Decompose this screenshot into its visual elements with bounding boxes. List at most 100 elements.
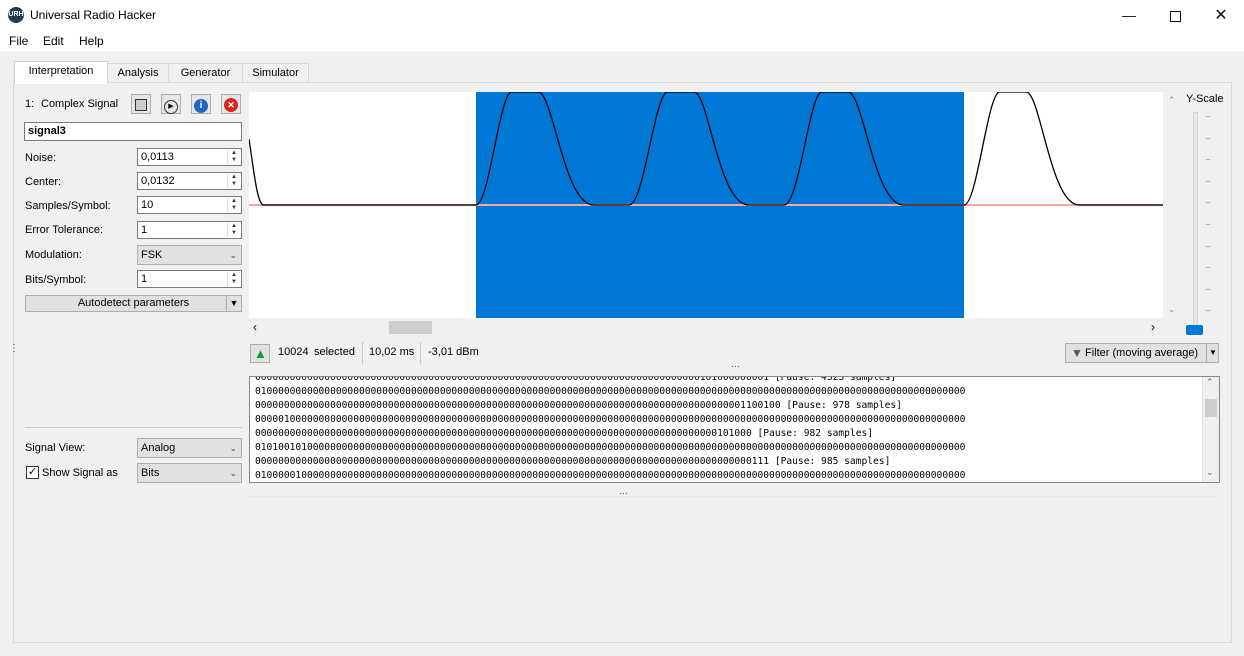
vscroll-down-icon[interactable]: ⌄ (1168, 304, 1176, 315)
menu-bar (0, 31, 1244, 51)
yscale-tick (1206, 224, 1210, 225)
graph-horizontal-scrollbar[interactable]: ‹ › (249, 319, 1163, 336)
save-signal-button[interactable] (131, 94, 151, 114)
samples-per-symbol-label: Samples/Symbol: (25, 200, 111, 212)
yscale-tick (1206, 245, 1210, 247)
output-line: 0000010000000000000000000000000000000000… (255, 414, 966, 425)
tab-analysis[interactable]: Analysis (107, 63, 169, 83)
yscale-tick (1206, 288, 1210, 290)
title-bar (0, 0, 1244, 31)
spin-arrows-icon[interactable]: ▲ ▼ (227, 198, 240, 212)
status-divider (362, 342, 363, 364)
modulation-label: Modulation: (25, 249, 82, 261)
menu-edit[interactable]: Edit (43, 34, 64, 48)
noise-label: Noise: (25, 152, 57, 164)
chevron-down-icon: ⌄ (229, 250, 237, 260)
show-signal-as-value: Bits (141, 467, 160, 479)
signal-info-button[interactable]: i (191, 94, 211, 114)
error-tolerance-label: Error Tolerance: (25, 224, 104, 236)
protocol-text-output[interactable]: 0000000000000000000000000000000000000000… (249, 376, 1220, 483)
scroll-right-icon[interactable]: › (1151, 320, 1155, 334)
tab-interpretation[interactable]: Interpretation (14, 61, 108, 84)
minimize-button[interactable]: — (1106, 0, 1152, 31)
spin-arrows-icon[interactable]: ▲ ▼ (227, 272, 240, 286)
selection-duration: 10,02 ms (369, 346, 415, 358)
bits-per-symbol-label: Bits/Symbol: (25, 274, 87, 286)
output-line: 0000000000000000000000000000000000000000… (255, 400, 902, 411)
info-icon: i (194, 99, 208, 113)
yscale-tick (1206, 267, 1210, 269)
chevron-down-icon: ⌄ (229, 443, 237, 453)
maximize-icon (1169, 10, 1181, 22)
signal-view-select[interactable]: Analog ⌄ (137, 438, 242, 458)
autodetect-parameters-button[interactable]: Autodetect parameters ▼ (25, 295, 242, 312)
save-icon (135, 99, 147, 111)
show-signal-as-label: Show Signal as (42, 467, 118, 479)
output-vertical-scrollbar[interactable]: ⌃ ⌄ (1202, 377, 1219, 482)
show-signal-as-checkbox[interactable]: ✓ (26, 466, 39, 479)
signal-type-label: Complex Signal (41, 98, 119, 110)
yscale-tick (1206, 159, 1210, 161)
spin-arrows-icon[interactable]: ▲ ▼ (227, 223, 240, 237)
selection-power: -3,01 dBm (428, 346, 479, 358)
vscroll-up-icon[interactable]: ⌃ (1168, 95, 1176, 106)
dropdown-arrow-icon[interactable]: ▼ (226, 296, 241, 311)
filter-button[interactable]: ▼ Filter (moving average) ▼ (1065, 343, 1219, 363)
signal-waveform (249, 92, 1163, 318)
show-signal-as-select[interactable]: Bits ⌄ (137, 463, 242, 483)
tab-generator[interactable]: Generator (168, 63, 243, 83)
yscale-tick (1206, 202, 1210, 204)
signal-graph[interactable] (249, 92, 1163, 318)
maximize-button[interactable] (1152, 0, 1198, 31)
signal-name-field[interactable]: signal3 (24, 122, 242, 141)
scroll-down-icon[interactable]: ⌄ (1206, 467, 1214, 478)
menu-file[interactable]: File (9, 34, 28, 48)
menu-help[interactable]: Help (79, 34, 104, 48)
yscale-ticks (1206, 112, 1214, 332)
filter-label: Filter (moving average) (1085, 347, 1199, 359)
modulation-select[interactable]: FSK ⌄ (137, 245, 242, 265)
noise-spinbox[interactable]: 0,0113 ▲ ▼ (137, 148, 242, 166)
samples-per-symbol-spinbox[interactable]: 10 ▲ ▼ (137, 196, 242, 214)
signal-view-value: Analog (141, 442, 176, 454)
filter-dropdown-icon[interactable]: ▼ (1206, 344, 1219, 362)
spin-arrows-icon[interactable]: ▲ ▼ (227, 150, 240, 164)
chevron-down-icon: ⌄ (229, 468, 237, 478)
splitter-handle[interactable]: ··· (731, 362, 740, 371)
close-window-button[interactable]: ✕ (1198, 0, 1244, 31)
splitter-handle[interactable]: ⋮ (9, 344, 19, 354)
scroll-left-icon[interactable]: ‹ (253, 320, 257, 334)
up-arrow-icon: ▲ (254, 346, 267, 361)
error-tolerance-value: 1 (141, 224, 148, 236)
center-label: Center: (25, 176, 62, 188)
yscale-tick (1206, 137, 1210, 139)
yscale-tick (1206, 310, 1210, 312)
error-tolerance-spinbox[interactable]: 1 ▲ ▼ (137, 221, 242, 239)
scroll-thumb[interactable] (389, 321, 432, 334)
bits-per-symbol-spinbox[interactable]: 1 ▲ ▼ (137, 270, 242, 288)
yscale-slider-thumb[interactable] (1186, 325, 1203, 335)
center-value: 0,0132 (141, 175, 175, 187)
yscale-slider-track[interactable] (1193, 112, 1198, 334)
output-line: 0000000000000000000000000000000000000000… (255, 428, 874, 439)
app-logo-icon: URH (8, 7, 24, 23)
autodetect-label: Autodetect parameters (77, 297, 190, 309)
bookmark-button[interactable]: ▲ (250, 344, 270, 363)
output-line: 0000000000000000000000000000000000000000… (255, 456, 891, 467)
output-line: 0100000000000000000000000000000000000000… (255, 386, 966, 397)
close-signal-button[interactable]: ✕ (221, 94, 241, 114)
yscale-tick (1206, 180, 1210, 182)
bits-per-symbol-value: 1 (141, 273, 148, 285)
scroll-thumb[interactable] (1205, 399, 1217, 417)
yscale-tick (1206, 116, 1210, 117)
spin-arrows-icon[interactable]: ▲ ▼ (227, 174, 240, 188)
tab-simulator[interactable]: Simulator (242, 63, 309, 83)
play-icon: ▶ (164, 100, 178, 114)
play-signal-button[interactable]: ▶ (161, 94, 181, 114)
status-divider (420, 342, 421, 364)
center-spinbox[interactable]: 0,0132 ▲ ▼ (137, 172, 242, 190)
scroll-up-icon[interactable]: ⌃ (1206, 377, 1214, 388)
selected-label: selected (314, 346, 355, 358)
divider (249, 496, 1220, 497)
filter-icon: ▼ (1071, 346, 1083, 360)
